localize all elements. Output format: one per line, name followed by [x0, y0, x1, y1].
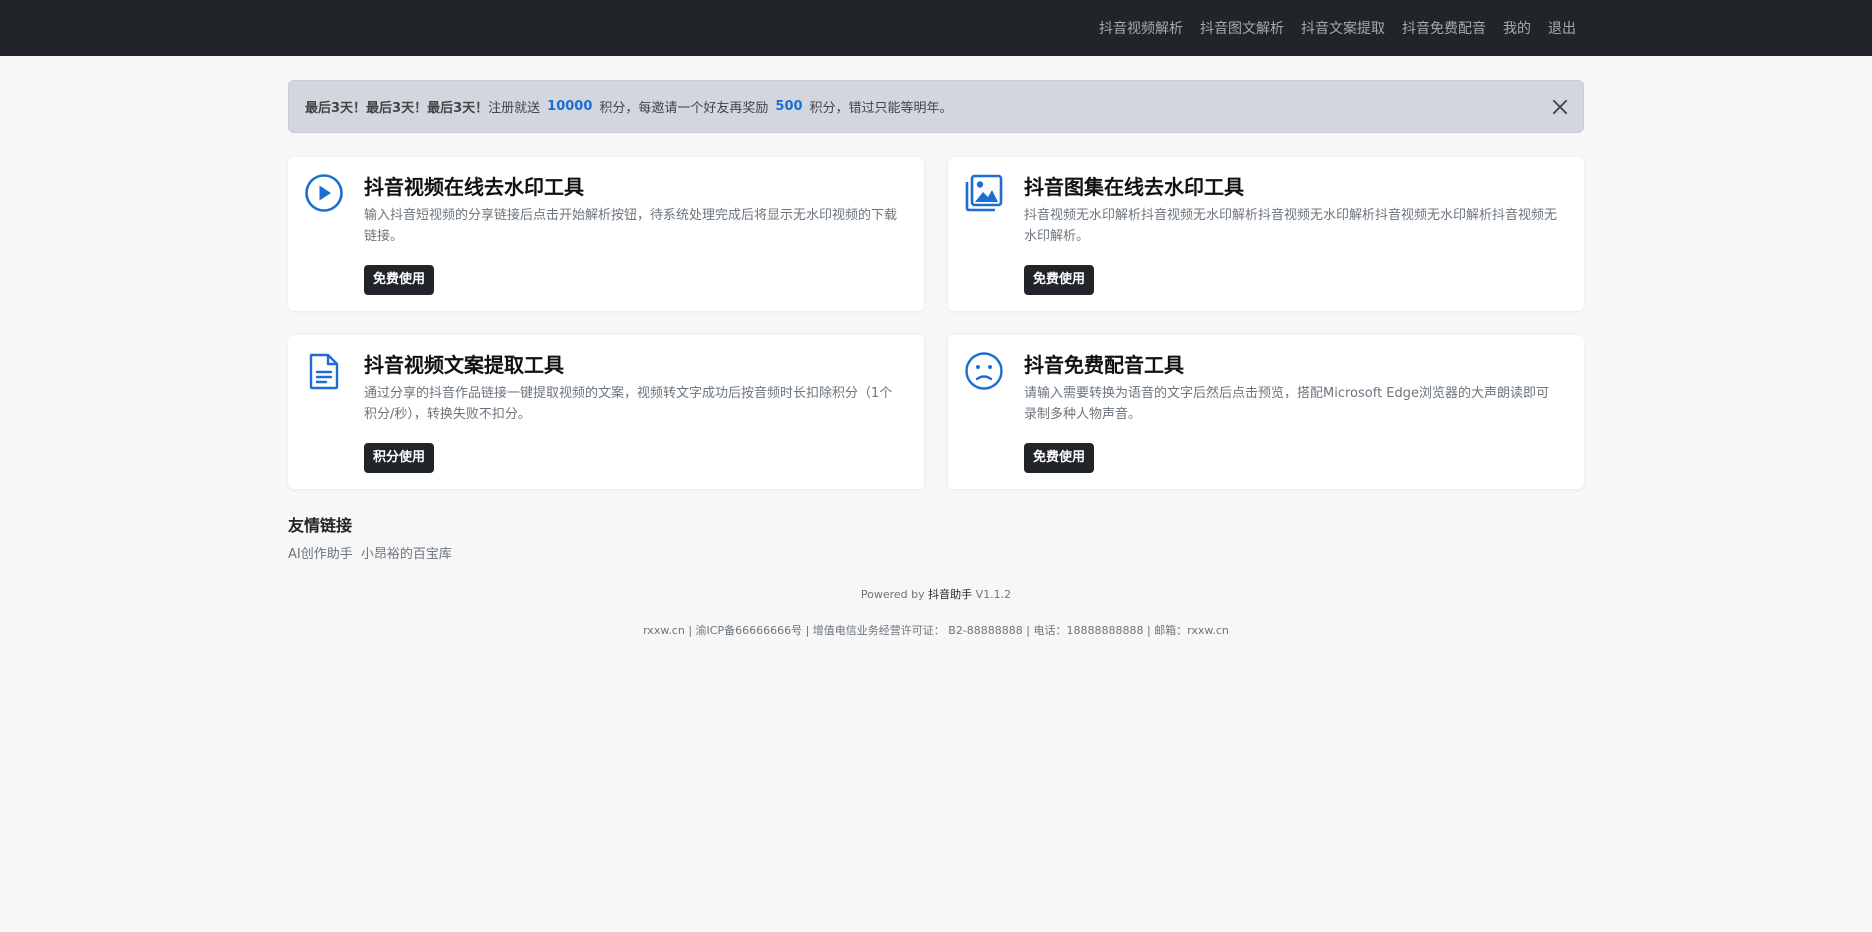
card-body: 抖音视频在线去水印工具 输入抖音短视频的分享链接后点击开始解析按钮，待系统处理完…: [364, 173, 900, 247]
footer: Powered by 抖音助手 V1.1.2 rxxw.cn | 渝ICP备66…: [288, 586, 1584, 638]
top-navbar: 抖音视频解析 抖音图文解析 抖音文案提取 抖音免费配音 我的 退出: [0, 0, 1872, 56]
free-use-button[interactable]: 免费使用: [1024, 443, 1095, 473]
card-title: 抖音视频在线去水印工具: [364, 175, 584, 199]
card-body: 抖音图集在线去水印工具 抖音视频无水印解析抖音视频无水印解析抖音视频无水印解析抖…: [1024, 173, 1560, 247]
nav-video-parse[interactable]: 抖音视频解析: [1099, 18, 1183, 38]
alert-num-2: 500: [775, 99, 803, 114]
card-image-watermark: 抖音图集在线去水印工具 抖音视频无水印解析抖音视频无水印解析抖音视频无水印解析抖…: [948, 157, 1584, 311]
card-desc: 请输入需要转换为语音的文字后然后点击预览，搭配Microsoft Edge浏览器…: [1024, 386, 1550, 422]
brand-link[interactable]: 抖音助手: [928, 588, 972, 601]
card-title: 抖音免费配音工具: [1024, 353, 1184, 377]
main-container: 最后3天！最后3天！最后3天！ 注册就送 10000 积分，每邀请一个好友再奖励…: [288, 56, 1584, 638]
alert-text-1: 注册就送: [488, 101, 541, 116]
alert-prefix: 最后3天！最后3天！最后3天！: [305, 101, 489, 116]
file-text-icon: [309, 353, 339, 390]
version: V1.1.2: [975, 588, 1012, 601]
nav-mine[interactable]: 我的: [1503, 18, 1531, 38]
images-icon: [965, 174, 1003, 212]
card-desc: 通过分享的抖音作品链接一键提取视频的文案，视频转文字成功后按音频时长扣除积分（1…: [364, 386, 893, 422]
friend-links-title: 友情链接: [288, 516, 353, 535]
card-free-dubbing: 抖音免费配音工具 请输入需要转换为语音的文字后然后点击预览，搭配Microsof…: [948, 335, 1584, 489]
card-desc: 抖音视频无水印解析抖音视频无水印解析抖音视频无水印解析抖音视频无水印解析抖音视频…: [1024, 208, 1558, 244]
points-use-button[interactable]: 积分使用: [364, 443, 435, 473]
card-desc: 输入抖音短视频的分享链接后点击开始解析按钮，待系统处理完成后将显示无水印视频的下…: [364, 208, 898, 244]
footer-powered: Powered by 抖音助手 V1.1.2: [288, 586, 1584, 602]
close-icon[interactable]: [1551, 98, 1569, 116]
alert-text-2: 积分，每邀请一个好友再奖励: [599, 101, 769, 116]
card-video-watermark: 抖音视频在线去水印工具 输入抖音短视频的分享链接后点击开始解析按钮，待系统处理完…: [288, 157, 924, 311]
free-use-button[interactable]: 免费使用: [364, 265, 435, 295]
nav-text-extract[interactable]: 抖音文案提取: [1301, 18, 1385, 38]
friend-links-section: 友情链接 AI创作助手 小昂裕的百宝库: [288, 515, 1584, 562]
card-title: 抖音视频文案提取工具: [364, 353, 564, 377]
friend-link-treasure[interactable]: 小昂裕的百宝库: [361, 547, 452, 562]
alert-text-3: 积分，错过只能等明年。: [809, 101, 953, 116]
card-title: 抖音图集在线去水印工具: [1024, 175, 1244, 199]
nav-free-dubbing[interactable]: 抖音免费配音: [1402, 18, 1486, 38]
nav-logout[interactable]: 退出: [1548, 18, 1576, 38]
friend-link-ai-assistant[interactable]: AI创作助手: [288, 547, 353, 562]
free-use-button[interactable]: 免费使用: [1024, 265, 1095, 295]
footer-icp: rxxw.cn | 渝ICP备66666666号 | 增值电信业务经营许可证： …: [643, 624, 1229, 637]
nav-links: 抖音视频解析 抖音图文解析 抖音文案提取 抖音免费配音 我的 退出: [1099, 0, 1576, 56]
play-circle-icon: [305, 174, 343, 212]
card-text-extract: 抖音视频文案提取工具 通过分享的抖音作品链接一键提取视频的文案，视频转文字成功后…: [288, 335, 924, 489]
tool-cards: 抖音视频在线去水印工具 输入抖音短视频的分享链接后点击开始解析按钮，待系统处理完…: [288, 157, 1584, 489]
card-body: 抖音免费配音工具 请输入需要转换为语音的文字后然后点击预览，搭配Microsof…: [1024, 351, 1560, 425]
nav-image-parse[interactable]: 抖音图文解析: [1200, 18, 1284, 38]
promo-alert: 最后3天！最后3天！最后3天！ 注册就送 10000 积分，每邀请一个好友再奖励…: [288, 80, 1584, 133]
alert-num-1: 10000: [547, 99, 593, 114]
powered-prefix: Powered by: [860, 588, 925, 601]
friend-links: AI创作助手 小昂裕的百宝库: [288, 543, 1584, 562]
frown-icon: [965, 352, 1003, 390]
card-body: 抖音视频文案提取工具 通过分享的抖音作品链接一键提取视频的文案，视频转文字成功后…: [364, 351, 900, 425]
